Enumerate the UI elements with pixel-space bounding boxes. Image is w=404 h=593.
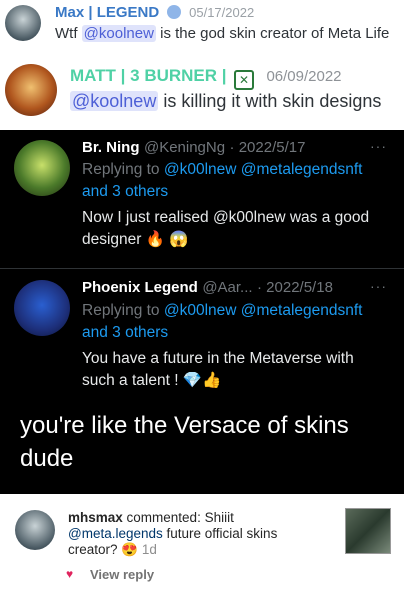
avatar[interactable] bbox=[14, 140, 70, 196]
avatar[interactable] bbox=[5, 64, 57, 116]
tweet[interactable]: Phoenix Legend @Aar... · 2022/5/18 ··· R… bbox=[0, 269, 404, 402]
comment-time: 1d bbox=[141, 542, 157, 557]
tweet-date: · 2022/5/18 bbox=[257, 279, 333, 296]
instagram-comment: mhsmax commented: Shiiit @meta.legends fu… bbox=[0, 494, 404, 593]
handle[interactable]: @KeningNg bbox=[144, 139, 225, 156]
avatar[interactable] bbox=[15, 510, 55, 550]
tweet-header: Phoenix Legend @Aar... · 2022/5/18 bbox=[82, 279, 333, 297]
twitter-replies: Br. Ning @KeningNg · 2022/5/17 ··· Reply… bbox=[0, 130, 404, 402]
display-name[interactable]: Br. Ning bbox=[82, 139, 140, 156]
message-text: Wtf @koolnew is the god skin creator of … bbox=[55, 25, 390, 42]
replying-to: Replying to @k00lnew @metalegendsnft and … bbox=[82, 161, 363, 200]
message-header: Max | LEGEND 05/17/2022 bbox=[55, 4, 254, 22]
replying-to: Replying to @k00lnew @metalegendsnft and … bbox=[82, 302, 363, 341]
more-icon[interactable]: ··· bbox=[370, 278, 387, 294]
mention[interactable]: @koolnew bbox=[81, 25, 156, 42]
message-text: @koolnew is killing it with skin designs bbox=[70, 91, 382, 111]
chat-message: you're like the Versace of skins dude bbox=[0, 402, 404, 494]
username[interactable]: mhsmax bbox=[68, 510, 123, 525]
timestamp: 06/09/2022 bbox=[266, 68, 342, 85]
diamond-thumbs-emoji: 💎👍 bbox=[182, 372, 222, 389]
view-reply-button[interactable]: View reply bbox=[90, 567, 154, 582]
badge-icon bbox=[166, 5, 181, 19]
avatar[interactable] bbox=[5, 5, 41, 41]
username[interactable]: Max | LEGEND bbox=[55, 4, 159, 21]
more-icon[interactable]: ··· bbox=[370, 138, 387, 154]
username[interactable]: MATT | 3 BURNER | bbox=[70, 66, 227, 85]
mention[interactable]: @meta.legends bbox=[68, 526, 163, 541]
discord-message-2: MATT | 3 BURNER | ✕ 06/09/2022 @koolnew … bbox=[0, 58, 404, 130]
tweet-header: Br. Ning @KeningNg · 2022/5/17 bbox=[82, 139, 305, 157]
tweet-text: You have a future in the Metaverse with … bbox=[82, 350, 354, 389]
tweet-date: · 2022/5/17 bbox=[229, 139, 306, 156]
shield-icon: ✕ bbox=[233, 70, 254, 90]
post-thumbnail[interactable] bbox=[345, 508, 391, 554]
message-text: you're like the Versace of skins dude bbox=[20, 412, 349, 472]
tweet[interactable]: Br. Ning @KeningNg · 2022/5/17 ··· Reply… bbox=[0, 130, 404, 268]
avatar[interactable] bbox=[14, 280, 70, 336]
display-name[interactable]: Phoenix Legend bbox=[82, 279, 198, 296]
mention[interactable]: @koolnew bbox=[70, 91, 159, 111]
fire-scream-emoji: 🔥 😱 bbox=[145, 231, 189, 248]
handle[interactable]: @Aar... bbox=[202, 279, 252, 296]
heart-eyes-emoji: 😍 bbox=[121, 542, 139, 557]
comment-text: mhsmax commented: Shiiit @meta.legends fu… bbox=[68, 510, 278, 557]
tweet-text: Now I just realised @k00lnew was a good … bbox=[82, 209, 370, 248]
heart-icon[interactable]: ♥ bbox=[66, 567, 73, 581]
discord-message-1: Max | LEGEND 05/17/2022 Wtf @koolnew is … bbox=[0, 0, 404, 58]
timestamp: 05/17/2022 bbox=[189, 5, 255, 20]
message-header: MATT | 3 BURNER | ✕ 06/09/2022 bbox=[70, 66, 342, 90]
